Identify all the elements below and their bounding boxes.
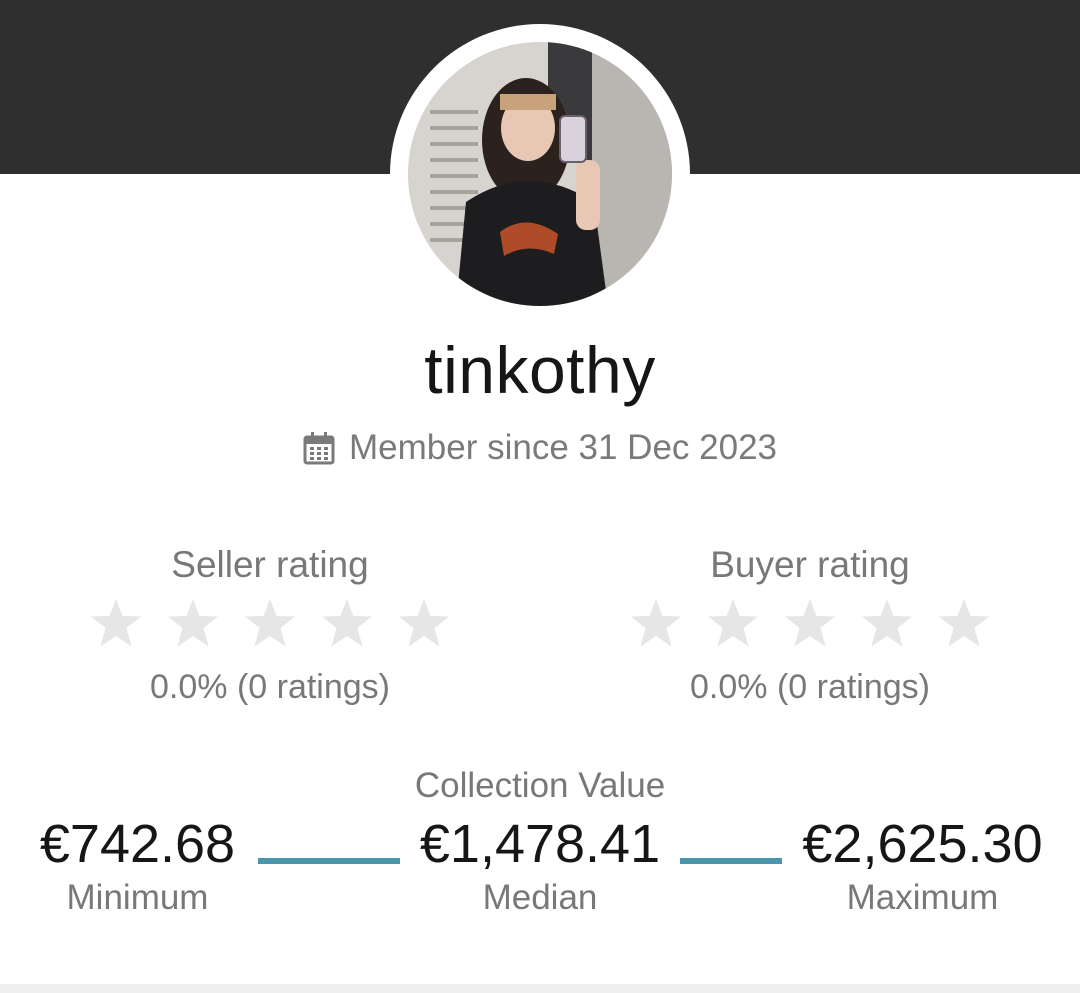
profile-photo-icon [408,42,672,306]
star-empty-icon [168,599,218,647]
collection-minimum-value: €742.68 [39,814,236,874]
collection-median-label: Median [482,878,598,917]
star-empty-icon [708,599,758,647]
username: tinkothy [424,333,656,407]
calendar-icon [303,432,335,465]
star-empty-icon [245,599,295,647]
range-connector-right [680,858,782,864]
seller-rating-stars [70,598,470,652]
bottom-divider [0,984,1080,993]
member-since: Member since 31 Dec 2023 [0,428,1080,468]
star-empty-icon [91,599,141,647]
range-connector-left [258,858,400,864]
avatar[interactable] [408,42,672,306]
buyer-rating-summary: 0.0% (0 ratings) [690,668,930,706]
star-empty-icon [939,599,989,647]
collection-median: €1,478.41 Median [410,812,670,920]
collection-value-title: Collection Value [414,766,666,805]
star-empty-icon [322,599,372,647]
star-empty-icon [862,599,912,647]
buyer-rating-title: Buyer rating [710,544,910,585]
seller-rating: Seller rating 0.0% (0 ratings) [70,540,470,712]
collection-maximum-value: €2,625.30 [802,814,1043,874]
collection-maximum: €2,625.30 Maximum [790,812,1055,920]
collection-median-value: €1,478.41 [419,814,661,874]
member-since-text: Member since 31 Dec 2023 [349,428,777,467]
seller-rating-summary: 0.0% (0 ratings) [150,668,390,706]
collection-minimum-label: Minimum [66,878,209,917]
star-empty-icon [785,599,835,647]
star-empty-icon [399,599,449,647]
star-empty-icon [631,599,681,647]
collection-minimum: €742.68 Minimum [30,812,245,920]
buyer-rating: Buyer rating 0.0% (0 ratings) [610,540,1010,712]
seller-rating-title: Seller rating [171,544,369,585]
collection-maximum-label: Maximum [846,878,999,917]
buyer-rating-stars [610,598,1010,652]
